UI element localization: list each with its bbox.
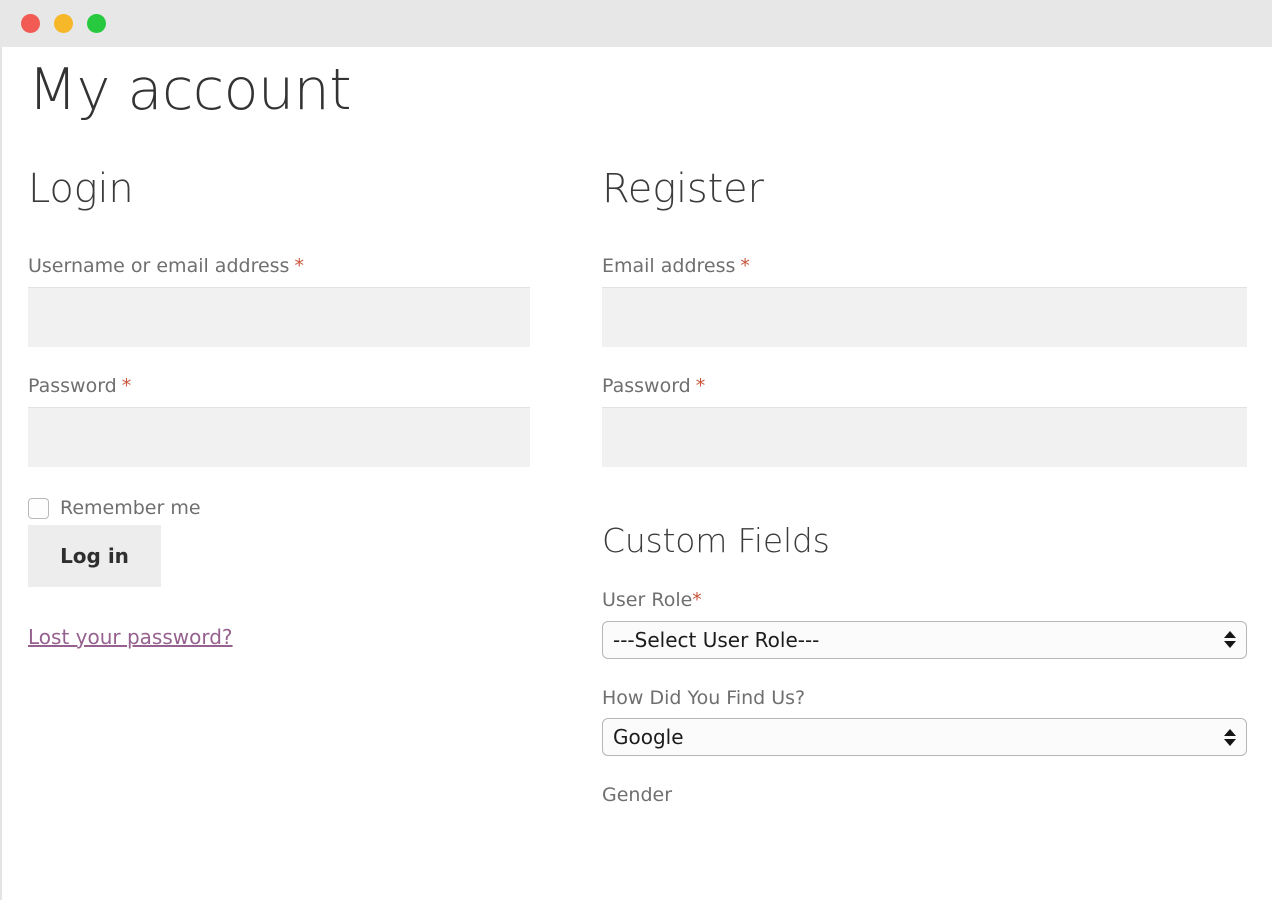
login-username-label: Username or email address * xyxy=(28,255,530,278)
required-asterisk: * xyxy=(692,588,702,611)
register-password-label: Password * xyxy=(602,375,1247,398)
register-email-field: Email address * xyxy=(602,255,1247,347)
maximize-window-button[interactable] xyxy=(87,14,106,33)
remember-me-checkbox[interactable] xyxy=(28,497,49,519)
login-username-field: Username or email address * xyxy=(28,255,530,347)
how-did-you-find-us-field: How Did You Find Us? Google xyxy=(602,687,1247,757)
close-window-button[interactable] xyxy=(21,14,40,33)
register-password-field: Password * xyxy=(602,375,1247,467)
login-username-input[interactable] xyxy=(28,286,530,347)
user-role-select-wrapper: ---Select User Role--- xyxy=(602,620,1247,659)
page-title: My account xyxy=(28,57,352,123)
login-password-label: Password * xyxy=(28,375,530,398)
user-role-field: User Role* ---Select User Role--- xyxy=(602,589,1247,659)
gender-label: Gender xyxy=(602,784,673,807)
remember-me-label: Remember me xyxy=(60,496,201,519)
required-asterisk: * xyxy=(740,255,750,277)
window-titlebar xyxy=(0,0,1272,47)
login-submit-button[interactable]: Log in xyxy=(28,524,161,587)
register-heading: Register xyxy=(602,166,764,212)
required-asterisk: * xyxy=(695,374,706,397)
user-role-label: User Role* xyxy=(602,589,1247,612)
required-asterisk: * xyxy=(294,255,304,277)
login-column: Login Username or email address * Passwor… xyxy=(28,167,530,649)
login-password-field: Password * xyxy=(28,375,530,467)
lost-password-link[interactable]: Lost your password? xyxy=(28,625,233,649)
register-email-input[interactable] xyxy=(602,286,1247,347)
page-viewport: My account Login Username or email addre… xyxy=(0,47,1272,900)
register-password-input[interactable] xyxy=(602,406,1247,467)
login-password-input[interactable] xyxy=(28,406,530,467)
login-heading: Login xyxy=(28,166,134,212)
user-role-select[interactable]: ---Select User Role--- xyxy=(602,620,1247,659)
remember-me-row: Remember me xyxy=(28,496,530,519)
register-email-label-text: Email address xyxy=(602,255,736,277)
how-did-you-find-us-select-wrapper: Google xyxy=(602,718,1247,757)
register-email-label: Email address * xyxy=(602,255,1247,278)
gender-field: Gender xyxy=(602,784,1247,807)
browser-window: My account Login Username or email addre… xyxy=(0,0,1272,900)
login-username-label-text: Username or email address xyxy=(28,255,290,277)
register-password-label-text: Password xyxy=(602,374,691,397)
custom-fields-heading: Custom Fields xyxy=(602,520,830,560)
required-asterisk: * xyxy=(121,374,132,397)
how-did-you-find-us-select[interactable]: Google xyxy=(602,718,1247,757)
minimize-window-button[interactable] xyxy=(54,14,73,33)
user-role-label-text: User Role xyxy=(602,588,693,611)
login-password-label-text: Password xyxy=(28,374,117,397)
register-column: Register Email address * Password * Custom… xyxy=(602,167,1247,816)
how-did-you-find-us-label: How Did You Find Us? xyxy=(602,686,806,709)
